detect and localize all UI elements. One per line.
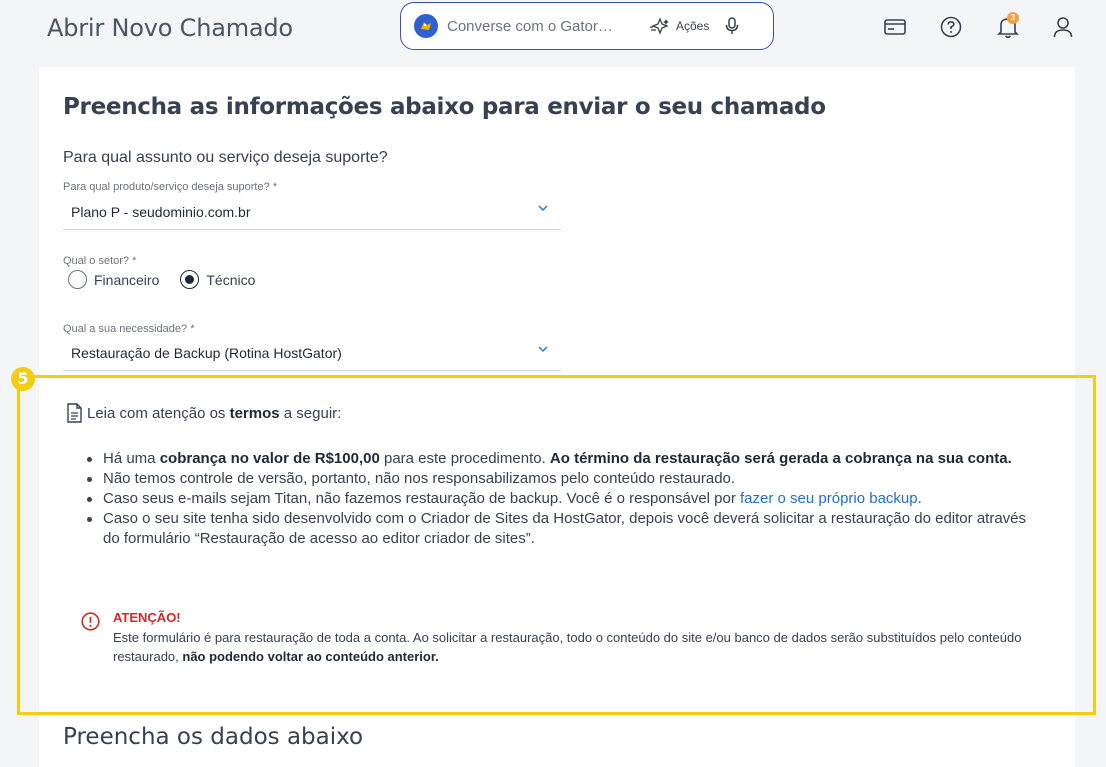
list-item: Caso o seu site tenha sido desenvolvido … [85, 509, 1045, 549]
gator-avatar-icon [414, 14, 438, 38]
warning-text: Este formulário é para restauração de to… [113, 630, 1022, 664]
backup-link[interactable]: fazer o seu próprio backup [740, 490, 918, 507]
sector-radio-group: Financeiro Técnico [68, 270, 276, 289]
warning-title: ATENÇÃO! [113, 610, 181, 625]
terms-heading: Leia com atenção os termos a seguir: [66, 403, 341, 423]
sector-field-label: Qual o setor? * [63, 255, 137, 267]
list-item: Há uma cobrança no valor de R$100,00 par… [85, 449, 1045, 469]
actions-label: Ações [676, 19, 710, 33]
terms-intro-end: a seguir: [279, 404, 342, 422]
gator-chat-bar[interactable]: Converse com o Gator… Ações [400, 2, 774, 50]
need-select-value: Restauração de Backup (Rotina HostGator) [71, 345, 342, 361]
radio-circle-icon [68, 270, 87, 289]
alert-icon [81, 612, 100, 631]
subject-question: Para qual assunto ou serviço deseja supo… [63, 149, 388, 166]
section-title: Preencha os dados abaixo [63, 724, 364, 750]
actions-button[interactable]: Ações [649, 17, 709, 35]
radio-tecnico[interactable]: Técnico [180, 270, 255, 289]
list-item: Não temos controle de versão, portanto, … [85, 469, 1045, 489]
notification-badge: 3 [1007, 12, 1019, 24]
help-icon[interactable] [938, 14, 964, 40]
bell-icon[interactable]: 3 [995, 12, 1021, 40]
document-icon [67, 403, 82, 423]
chevron-down-icon [538, 205, 548, 212]
terms-list: Há uma cobrança no valor de R$100,00 par… [85, 449, 1045, 549]
terms-intro-bold: termos [229, 404, 280, 422]
product-select[interactable]: Plano P - seudominio.com.br [63, 194, 561, 230]
list-item: Caso seus e-mails sejam Titan, não fazem… [85, 489, 1045, 509]
page-title: Abrir Novo Chamado [47, 14, 293, 42]
chat-input[interactable]: Converse com o Gator… [447, 18, 637, 35]
terms-intro: Leia com atenção os [87, 404, 230, 422]
top-bar: Abrir Novo Chamado Converse com o Gator…… [0, 0, 1106, 56]
product-select-value: Plano P - seudominio.com.br [71, 204, 251, 220]
need-field-label: Qual a sua necessidade? * [63, 323, 195, 335]
radio-tecnico-label: Técnico [206, 271, 256, 288]
radio-financeiro-label: Financeiro [94, 271, 160, 288]
radio-checked-icon [180, 270, 200, 289]
chevron-down-icon [538, 346, 548, 353]
product-field-label: Para qual produto/serviço deseja suporte… [63, 181, 278, 193]
user-icon[interactable] [1050, 14, 1076, 40]
sparkle-icon [650, 17, 669, 35]
need-select[interactable]: Restauração de Backup (Rotina HostGator) [63, 335, 561, 371]
microphone-icon[interactable] [725, 17, 739, 35]
step-badge: 5 [11, 367, 35, 391]
form-title: Preencha as informações abaixo para envi… [63, 94, 826, 120]
card-icon[interactable] [882, 14, 908, 40]
radio-financeiro[interactable]: Financeiro [68, 270, 159, 289]
